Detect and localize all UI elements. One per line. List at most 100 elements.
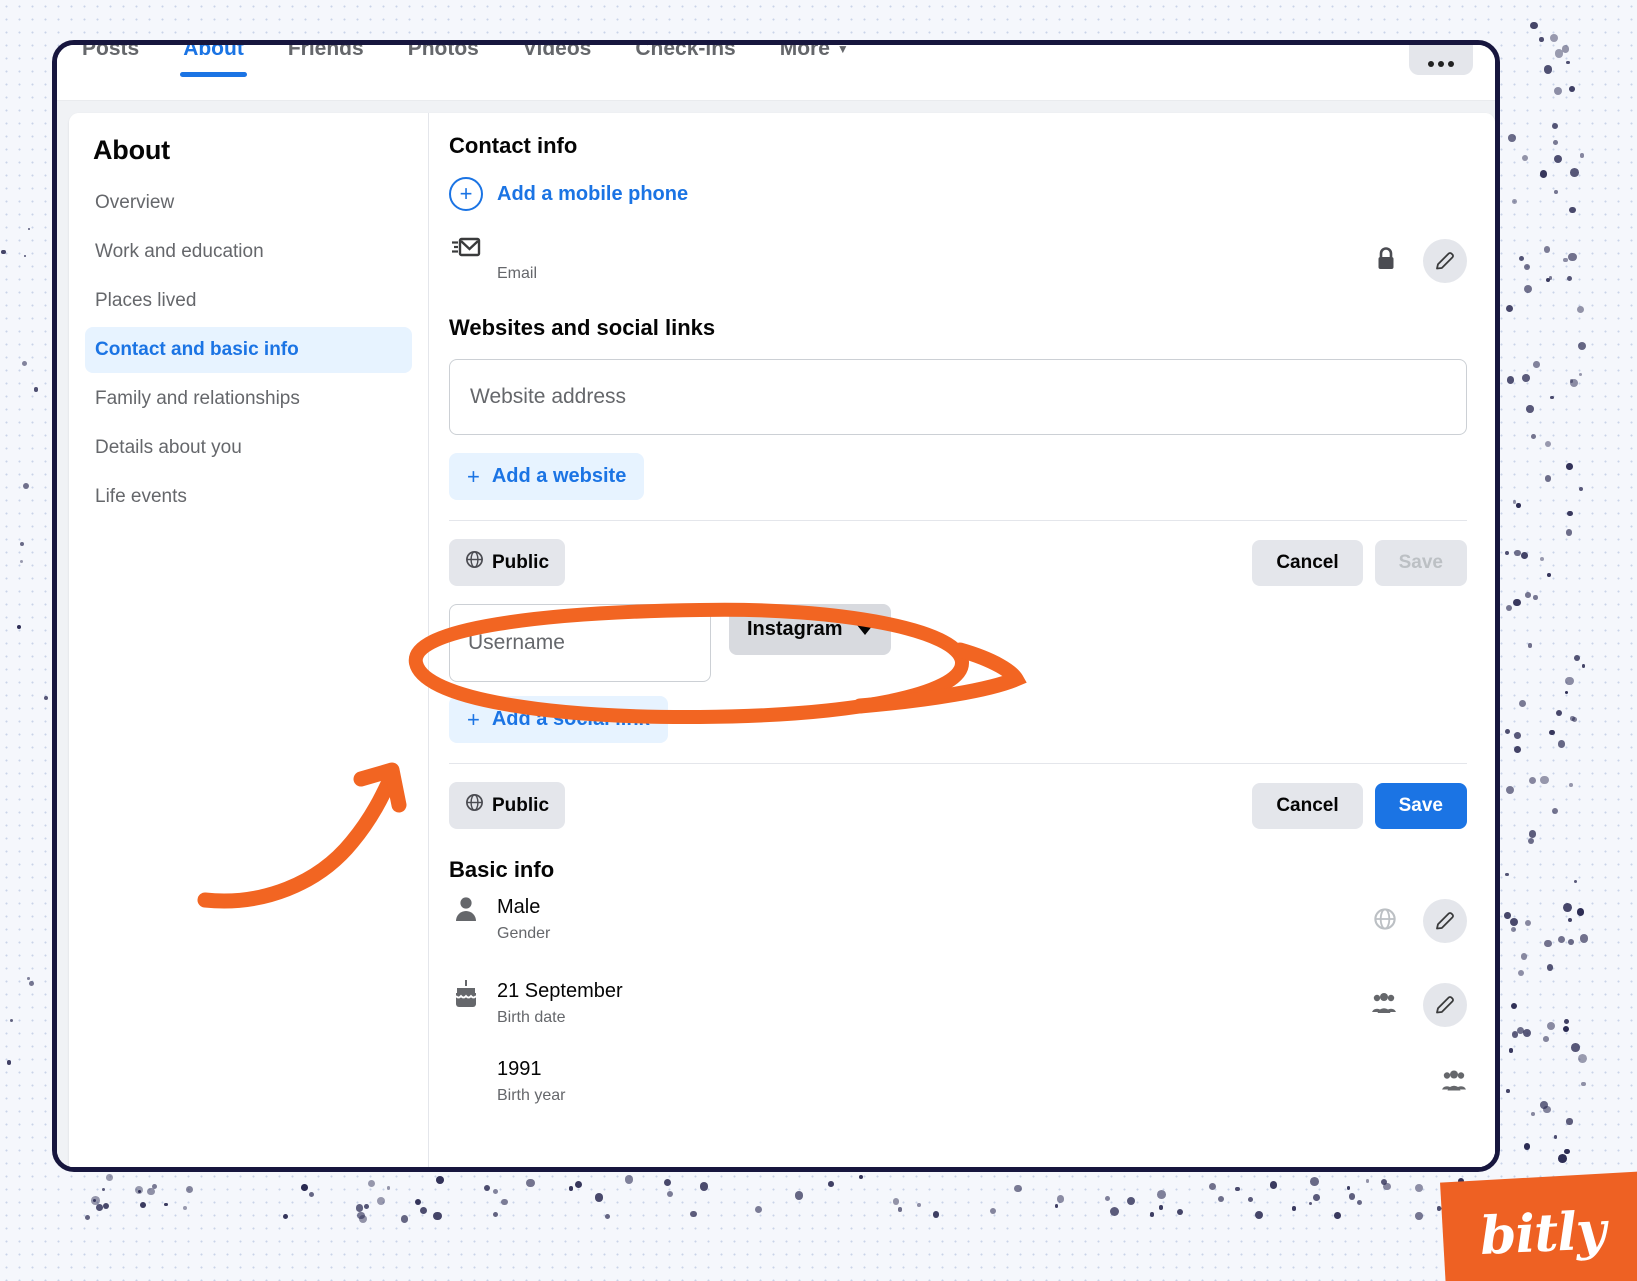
confetti-dot xyxy=(1127,1197,1135,1205)
confetti-dot xyxy=(1366,1179,1369,1182)
confetti-dot xyxy=(1415,1212,1423,1220)
edit-email-button[interactable] xyxy=(1423,239,1467,283)
confetti-dot xyxy=(1554,190,1558,194)
confetti-dot xyxy=(1177,1209,1183,1215)
sidebar-item-places-lived[interactable]: Places lived xyxy=(85,278,412,324)
birthday-cake-icon xyxy=(449,977,483,1009)
confetti-dot xyxy=(1574,880,1577,883)
confetti-dot xyxy=(96,1204,103,1211)
social-username-input[interactable] xyxy=(449,604,711,682)
sidebar-item-label: Places lived xyxy=(95,290,196,311)
confetti-dot xyxy=(1569,207,1576,214)
tab-posts[interactable]: Posts xyxy=(82,45,139,83)
sidebar-item-label: Overview xyxy=(95,192,174,213)
confetti-dot xyxy=(1570,379,1574,383)
confetti-dot xyxy=(1528,643,1533,648)
confetti-dot xyxy=(493,1212,498,1217)
confetti-dot xyxy=(27,977,30,980)
gender-text: Male Gender xyxy=(497,893,1467,943)
about-page-body: About Overview Work and education Places… xyxy=(57,101,1495,1167)
confetti-dot xyxy=(1507,376,1514,383)
confetti-dot xyxy=(1553,140,1558,145)
tab-photos[interactable]: Photos xyxy=(408,45,479,83)
audience-selector-public-2[interactable]: Public xyxy=(449,782,565,829)
friends-icon xyxy=(1371,992,1397,1019)
sidebar-item-details-about-you[interactable]: Details about you xyxy=(85,425,412,471)
confetti-dot xyxy=(1562,45,1570,53)
confetti-dot xyxy=(1529,777,1536,784)
cancel-button-1[interactable]: Cancel xyxy=(1252,540,1362,586)
confetti-dot xyxy=(1539,37,1543,41)
cancel-button-2[interactable]: Cancel xyxy=(1252,783,1362,829)
globe-icon xyxy=(1373,907,1397,936)
about-content: Contact info + Add a mobile phone xyxy=(429,113,1495,1167)
confetti-dot xyxy=(22,361,27,366)
overflow-menu-button[interactable] xyxy=(1409,45,1473,75)
confetti-dot xyxy=(359,1215,367,1223)
add-mobile-phone-button[interactable]: + Add a mobile phone xyxy=(449,177,1467,211)
confetti-dot xyxy=(1555,49,1563,57)
edit-gender-button[interactable] xyxy=(1423,899,1467,943)
website-address-input[interactable] xyxy=(449,359,1467,435)
globe-icon xyxy=(465,550,484,575)
confetti-dot xyxy=(1563,258,1568,263)
confetti-dot xyxy=(1556,710,1562,716)
confetti-dot xyxy=(1549,276,1552,279)
tab-videos[interactable]: Videos xyxy=(523,45,591,83)
confetti-dot xyxy=(1309,1202,1312,1205)
sidebar-item-family-and-relationships[interactable]: Family and relationships xyxy=(85,376,412,422)
confetti-dot xyxy=(377,1197,385,1205)
confetti-dot xyxy=(1565,677,1573,685)
sidebar-item-overview[interactable]: Overview xyxy=(85,180,412,226)
plus-icon: + xyxy=(467,709,480,731)
confetti-dot xyxy=(387,1186,390,1189)
edit-birth-date-button[interactable] xyxy=(1423,983,1467,1027)
confetti-dot xyxy=(1531,434,1536,439)
tab-more[interactable]: More▼ xyxy=(780,45,849,83)
confetti-dot xyxy=(1513,500,1517,504)
sidebar-item-work-and-education[interactable]: Work and education xyxy=(85,229,412,275)
confetti-dot xyxy=(1310,1177,1319,1186)
confetti-dot xyxy=(1550,34,1558,42)
audience-label: Public xyxy=(492,795,549,817)
confetti-dot xyxy=(1554,155,1563,164)
sidebar-item-life-events[interactable]: Life events xyxy=(85,474,412,520)
confetti-dot xyxy=(1533,595,1538,600)
confetti-dot xyxy=(1549,730,1554,735)
confetti-dot xyxy=(1544,940,1551,947)
confetti-dot xyxy=(493,1189,498,1194)
confetti-dot xyxy=(569,1186,573,1190)
tab-check-ins[interactable]: Check-ins xyxy=(635,45,735,83)
confetti-dot xyxy=(1546,278,1550,282)
confetti-dot xyxy=(1437,1206,1441,1210)
confetti-dot xyxy=(1514,732,1521,739)
profile-tabbar: Posts About Friends Photos Videos Check-… xyxy=(57,45,1495,101)
confetti-dot xyxy=(24,255,27,258)
confetti-dot xyxy=(1209,1183,1216,1190)
add-a-website-button[interactable]: + Add a website xyxy=(449,453,644,500)
confetti-dot xyxy=(1547,573,1551,577)
save-button-2[interactable]: Save xyxy=(1375,783,1467,829)
audience-selector-public-1[interactable]: Public xyxy=(449,539,565,586)
confetti-dot xyxy=(183,1206,187,1210)
tab-label: About xyxy=(183,45,244,60)
confetti-dot xyxy=(1110,1207,1119,1216)
confetti-dot xyxy=(34,387,39,392)
add-a-social-link-button[interactable]: + Add a social link xyxy=(449,696,668,743)
confetti-dot xyxy=(1508,134,1516,142)
confetti-dot xyxy=(1544,246,1550,252)
birth-year-value: 1991 xyxy=(497,1056,1467,1083)
social-platform-dropdown[interactable]: Instagram xyxy=(729,604,891,655)
tab-about[interactable]: About xyxy=(183,45,244,83)
browser-frame: Posts About Friends Photos Videos Check-… xyxy=(52,40,1500,1172)
dot-icon xyxy=(1438,61,1444,67)
chevron-down-icon: ▼ xyxy=(837,45,849,56)
sidebar-item-contact-and-basic-info[interactable]: Contact and basic info xyxy=(85,327,412,373)
confetti-dot xyxy=(1567,276,1572,281)
confetti-dot xyxy=(1349,1193,1356,1200)
confetti-dot xyxy=(1530,22,1538,30)
tab-friends[interactable]: Friends xyxy=(288,45,364,83)
globe-icon xyxy=(465,793,484,818)
confetti-dot xyxy=(1524,1143,1531,1150)
confetti-dot xyxy=(356,1204,364,1212)
